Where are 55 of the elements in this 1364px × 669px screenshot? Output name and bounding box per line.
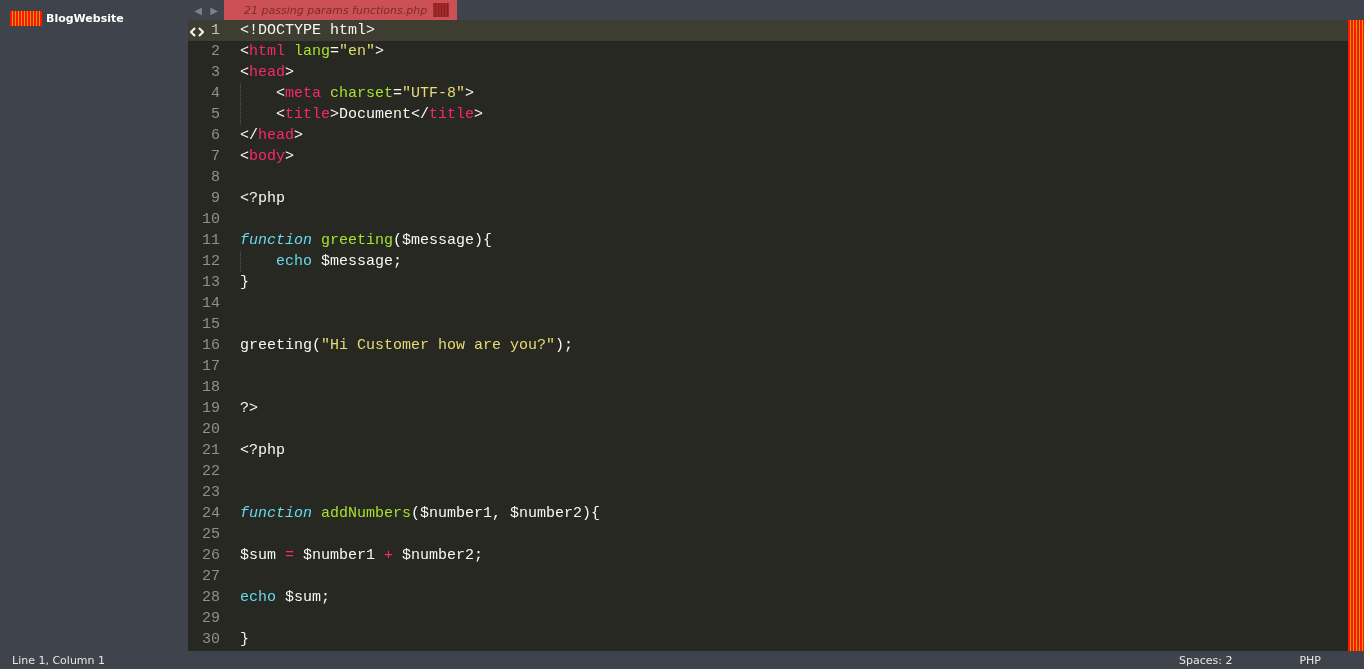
line-number: 20 xyxy=(202,421,220,438)
line-number: 6 xyxy=(211,127,220,144)
code-line: <?php xyxy=(240,190,285,207)
line-number: 10 xyxy=(202,211,220,228)
code-line: greeting("Hi Customer how are you?"); xyxy=(240,337,574,354)
line-number: 8 xyxy=(211,169,220,186)
code-line: <meta charset="UTF-8"> xyxy=(276,85,475,102)
minimap[interactable] xyxy=(1348,20,1364,651)
indentation-setting[interactable]: Spaces: 2 xyxy=(1179,653,1233,667)
line-number: 4 xyxy=(211,85,220,102)
line-number: 19 xyxy=(202,400,220,417)
line-number: 28 xyxy=(202,589,220,606)
code-line: <?php xyxy=(240,442,285,459)
line-number: 30 xyxy=(202,631,220,648)
line-number: 11 xyxy=(202,232,220,249)
code-line: } xyxy=(240,274,249,291)
line-number: 25 xyxy=(202,526,220,543)
code-line: function addNumbers($number1, $number2){ xyxy=(240,505,601,522)
code-line: <!DOCTYPE html> xyxy=(240,22,376,39)
code-line: ?> xyxy=(240,400,258,417)
line-number: 24 xyxy=(202,505,220,522)
cursor-position: Line 1, Column 1 xyxy=(12,653,106,667)
folder-item[interactable]: BlogWebsite xyxy=(0,10,188,27)
line-number: 1 xyxy=(211,22,220,39)
line-number: 16 xyxy=(202,337,220,354)
code-line: </head> xyxy=(240,127,304,144)
line-number: 26 xyxy=(202,547,220,564)
code-tag-icon xyxy=(190,27,204,37)
syntax-mode[interactable]: PHP xyxy=(1299,653,1321,667)
code-line: <body> xyxy=(240,148,295,165)
code-line: $sum = $number1 + $number2; xyxy=(240,547,484,564)
line-number: 5 xyxy=(211,106,220,123)
line-number: 14 xyxy=(202,295,220,312)
line-number: 27 xyxy=(202,568,220,585)
line-number: 23 xyxy=(202,484,220,501)
code-line: <html lang="en"> xyxy=(240,43,385,60)
line-number: 3 xyxy=(211,64,220,81)
line-number: 9 xyxy=(211,190,220,207)
line-number: 12 xyxy=(202,253,220,270)
folder-icon xyxy=(10,11,42,26)
code-line: echo $message; xyxy=(276,253,403,270)
line-number: 13 xyxy=(202,274,220,291)
line-number: 17 xyxy=(202,358,220,375)
line-number: 18 xyxy=(202,379,220,396)
line-number: 22 xyxy=(202,463,220,480)
code-line: } xyxy=(240,631,249,648)
code-line: echo $sum; xyxy=(240,589,331,606)
code-line: function greeting($message){ xyxy=(240,232,493,249)
code-line: <title>Document</title> xyxy=(276,106,484,123)
code-line: <head> xyxy=(240,64,295,81)
line-number: 2 xyxy=(211,43,220,60)
line-number: 29 xyxy=(202,610,220,627)
line-number: 7 xyxy=(211,148,220,165)
line-number: 21 xyxy=(202,442,220,459)
line-number: 15 xyxy=(202,316,220,333)
